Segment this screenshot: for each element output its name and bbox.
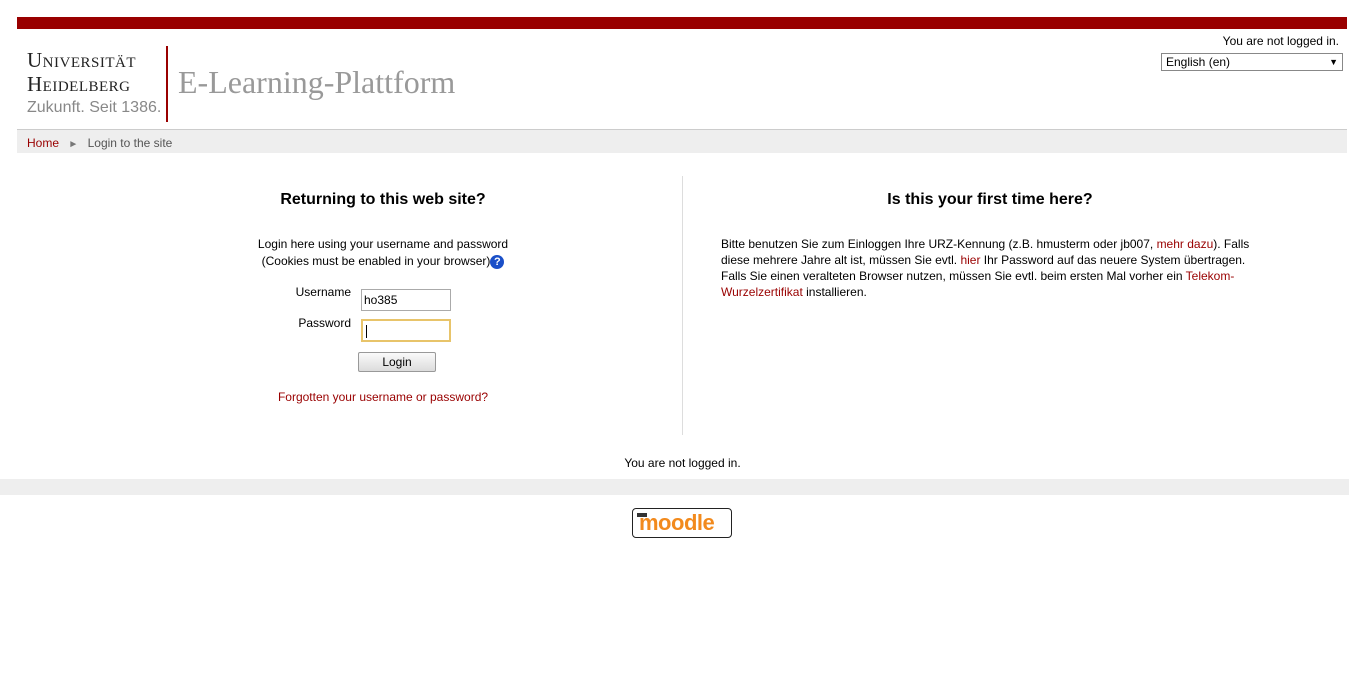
logo-line-1: Universität [27,48,136,72]
breadcrumb-separator-icon: ► [68,139,79,150]
login-desc-line1: Login here using your username and passw… [257,237,509,251]
university-logo[interactable]: Universität Heidelberg Zukunft. Seit 138… [27,44,477,124]
username-label: Username [295,285,351,299]
forgot-password-link[interactable]: Forgotten your username or password? [278,390,488,404]
page-header: Universität Heidelberg Zukunft. Seit 138… [17,29,1347,129]
signup-text-part4: installieren. [802,285,867,299]
login-status-footer: You are not logged in. [624,456,741,470]
dropdown-arrow-icon: ▼ [1329,57,1338,67]
breadcrumb-home-link[interactable]: Home [27,136,59,150]
help-icon[interactable]: ? [490,254,505,269]
logo-divider [166,46,168,122]
password-label: Password [298,316,351,330]
language-select[interactable]: English (en) ▼ [1161,53,1343,71]
login-status-top: You are not logged in. [1222,34,1339,48]
signup-text: Bitte benutzen Sie zum Einloggen Ihre UR… [721,236,1261,300]
footer-bar [0,479,1349,495]
signup-text-part1: Bitte benutzen Sie zum Einloggen Ihre UR… [721,237,1157,251]
breadcrumb: Home ► Login to the site [17,129,1347,153]
mehr-dazu-link[interactable]: mehr dazu [1157,237,1214,251]
password-input[interactable] [361,319,451,342]
top-bar [17,17,1347,29]
moodle-logo-text: moodle [639,510,715,535]
text-cursor [366,325,367,339]
breadcrumb-current: Login to the site [87,136,173,150]
username-input[interactable]: ho385 [361,289,451,311]
moodle-logo[interactable]: moodle [632,508,732,538]
logo-tagline: Zukunft. Seit 1386. [27,99,162,116]
login-description: Login here using your username and passw… [200,236,566,270]
login-desc-line2: (Cookies must be enabled in your browser… [261,254,491,268]
login-button[interactable]: Login [358,352,436,372]
login-title: Returning to this web site? [280,191,486,208]
signup-title: Is this your first time here? [887,191,1093,208]
logo-line-2: Heidelberg [27,72,131,96]
hier-link[interactable]: hier [960,253,980,267]
site-title: E-Learning-Plattform [178,64,456,100]
login-desc-line2-wrapper: (Cookies must be enabled in your browser… [200,253,566,270]
language-select-value: English (en) [1166,55,1231,69]
column-divider [682,176,683,435]
